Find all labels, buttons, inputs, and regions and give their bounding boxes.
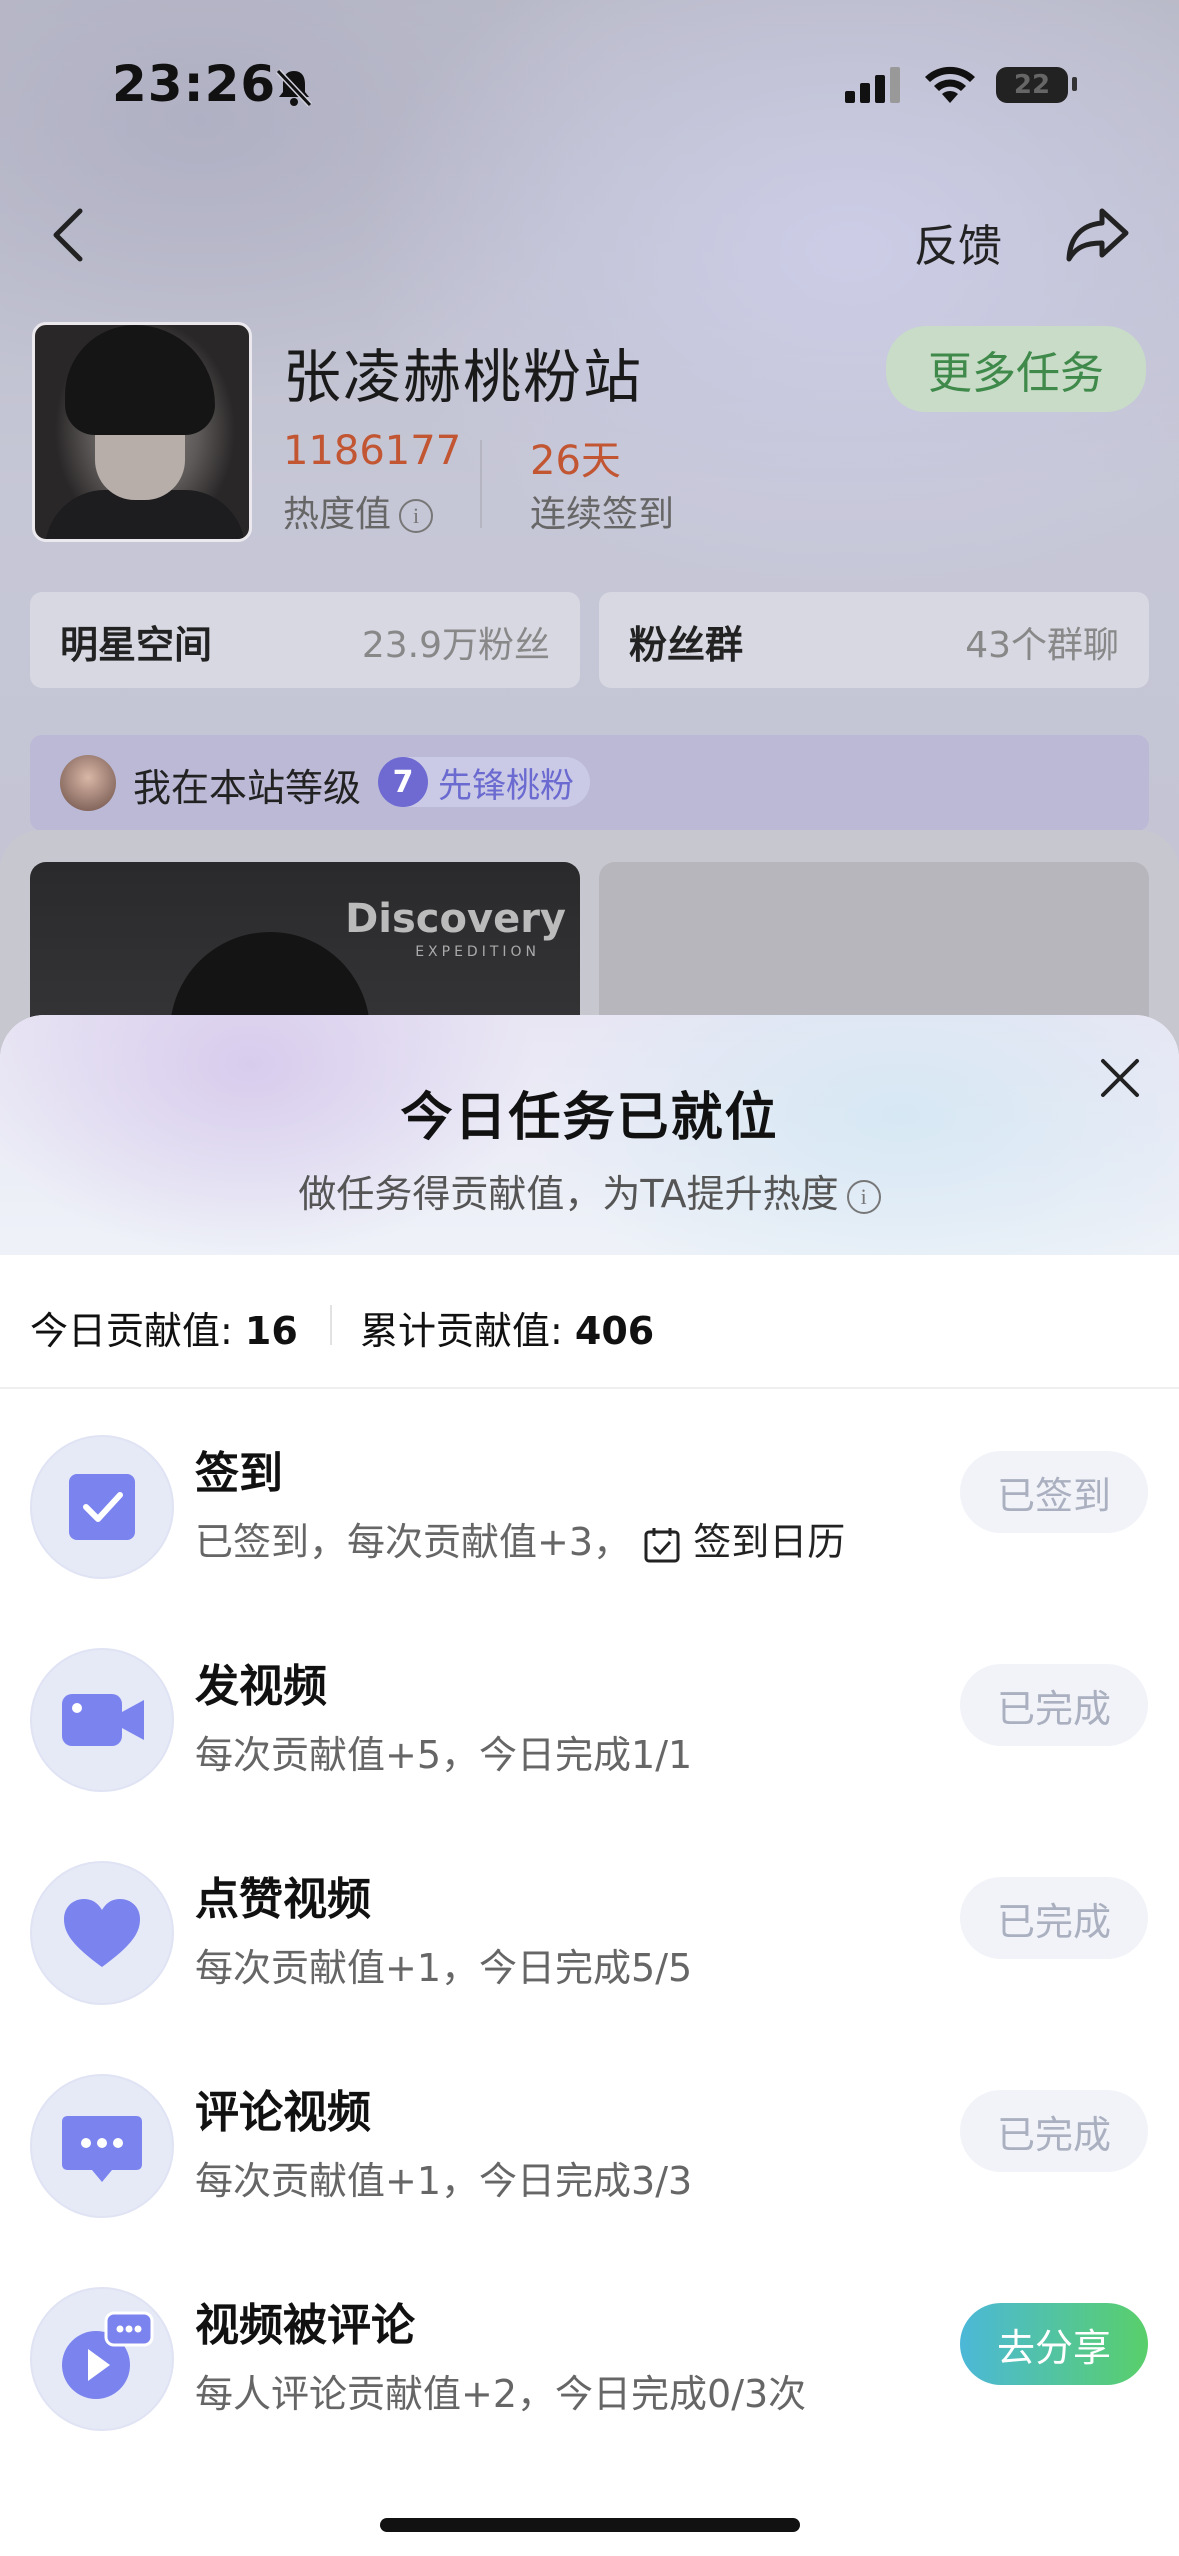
today-label: 今日贡献值: — [30, 1309, 233, 1353]
task-item-video-commented: 视频被评论 每人评论贡献值+2，今日完成0/3次 去分享 — [0, 2277, 1179, 2457]
task-desc: 已签到，每次贡献值+3， 签到日历 — [195, 1511, 845, 1566]
sheet-subtitle-row: 做任务得贡献值，为TA提升热度 i — [0, 1163, 1179, 1218]
avatar-hair — [65, 325, 215, 435]
fan-group-card[interactable]: 粉丝群 43个群聊 — [599, 592, 1149, 688]
discovery-logo-sub: EXPEDITION — [415, 944, 540, 960]
heat-label: 热度值 — [283, 494, 392, 535]
mute-bell-icon — [275, 68, 313, 108]
level-number: 7 — [378, 757, 428, 807]
task-sheet: 今日任务已就位 做任务得贡献值，为TA提升热度 i 今日贡献值: 16 累计贡献值… — [0, 1015, 1179, 2556]
heat-value: 1186177 — [283, 428, 462, 474]
today-contribution: 今日贡献值: 16 — [30, 1300, 298, 1355]
cellular-signal-icon — [845, 67, 900, 103]
task-title: 签到 — [195, 1448, 283, 1499]
task-icon-circle — [30, 1648, 174, 1792]
battery-indicator: 22 — [996, 67, 1068, 103]
user-avatar — [60, 755, 116, 811]
info-icon[interactable]: i — [846, 1179, 881, 1214]
sheet-subtitle: 做任务得贡献值，为TA提升热度 — [298, 1172, 839, 1216]
star-space-fans: 23.9万粉丝 — [361, 625, 550, 666]
task-desc: 每人评论贡献值+2，今日完成0/3次 — [195, 2372, 807, 2416]
task-item-post-video: 发视频 每次贡献值+5，今日完成1/1 已完成 — [0, 1638, 1179, 1818]
close-icon[interactable] — [1095, 1053, 1145, 1103]
heat-label-row[interactable]: 热度值 i — [283, 485, 434, 537]
video-commented-icon — [62, 2311, 154, 2399]
task-title: 视频被评论 — [195, 2300, 415, 2351]
task-title: 点赞视频 — [195, 1874, 371, 1925]
clock: 23:26 — [112, 55, 277, 113]
checkin-label: 连续签到 — [530, 494, 675, 535]
discovery-logo: Discovery — [345, 896, 566, 942]
fan-group-title: 粉丝群 — [629, 623, 744, 667]
feedback-button[interactable]: 反馈 — [914, 210, 1002, 274]
today-value: 16 — [244, 1309, 298, 1353]
task-icon-circle — [30, 1861, 174, 2005]
level-bar[interactable]: 我在本站等级 7 先锋桃粉 — [30, 735, 1149, 831]
more-tasks-button[interactable]: 更多任务 — [886, 326, 1146, 412]
video-camera-icon — [62, 1694, 144, 1746]
level-badge: 7 先锋桃粉 — [378, 757, 590, 807]
task-status-button[interactable]: 已完成 — [960, 2090, 1148, 2172]
level-name: 先锋桃粉 — [438, 765, 574, 806]
summary-divider — [330, 1305, 332, 1345]
task-item-like-video: 点赞视频 每次贡献值+1，今日完成5/5 已完成 — [0, 1851, 1179, 2031]
station-avatar[interactable] — [32, 322, 252, 542]
level-text: 我在本站等级 — [133, 766, 362, 810]
sheet-title: 今日任务已就位 — [400, 1088, 779, 1148]
total-value: 406 — [574, 1309, 655, 1353]
total-contribution: 累计贡献值: 406 — [360, 1300, 654, 1355]
task-status-button[interactable]: 已完成 — [960, 1877, 1148, 1959]
star-space-title: 明星空间 — [60, 623, 213, 667]
stat-divider — [480, 440, 482, 528]
heart-icon — [64, 1899, 140, 1967]
status-bar: 23:26 22 — [0, 55, 1179, 115]
task-icon-circle — [30, 2074, 174, 2218]
star-space-card[interactable]: 明星空间 23.9万粉丝 — [30, 592, 580, 688]
total-label: 累计贡献值: — [360, 1309, 563, 1353]
checkin-calendar-label: 签到日历 — [693, 1520, 846, 1564]
divider — [0, 1387, 1179, 1389]
wifi-icon — [925, 66, 975, 103]
back-arrow-icon[interactable] — [48, 205, 88, 265]
task-title: 发视频 — [195, 1661, 327, 1712]
checkin-calendar-link[interactable]: 签到日历 — [643, 1520, 845, 1564]
task-desc-text: 已签到，每次贡献值+3， — [195, 1520, 632, 1564]
task-desc: 每次贡献值+1，今日完成5/5 — [195, 1946, 693, 1990]
task-desc: 每次贡献值+5，今日完成1/1 — [195, 1733, 693, 1777]
task-icon-circle — [30, 2287, 174, 2431]
checkin-days: 26天 — [530, 438, 621, 484]
info-icon[interactable]: i — [399, 499, 434, 533]
battery-tip — [1072, 77, 1077, 91]
share-icon[interactable] — [1064, 205, 1132, 265]
site-name: 张凌赫桃粉站 — [283, 343, 644, 411]
task-status-button[interactable]: 已签到 — [960, 1451, 1148, 1533]
share-action-button[interactable]: 去分享 — [960, 2303, 1148, 2385]
battery-level: 22 — [1013, 70, 1051, 100]
fan-group-count: 43个群聊 — [965, 625, 1119, 666]
task-icon-circle — [30, 1435, 174, 1579]
comment-icon — [62, 2116, 142, 2182]
calendar-check-icon — [644, 1527, 680, 1562]
task-item-checkin: 签到 已签到，每次贡献值+3， 签到日历 已签到 — [0, 1425, 1179, 1605]
checkbox-icon — [69, 1474, 135, 1540]
task-desc: 每次贡献值+1，今日完成3/3 — [195, 2159, 693, 2203]
home-indicator[interactable] — [380, 2518, 800, 2532]
task-item-comment-video: 评论视频 每次贡献值+1，今日完成3/3 已完成 — [0, 2064, 1179, 2244]
task-title: 评论视频 — [195, 2087, 371, 2138]
task-status-button[interactable]: 已完成 — [960, 1664, 1148, 1746]
